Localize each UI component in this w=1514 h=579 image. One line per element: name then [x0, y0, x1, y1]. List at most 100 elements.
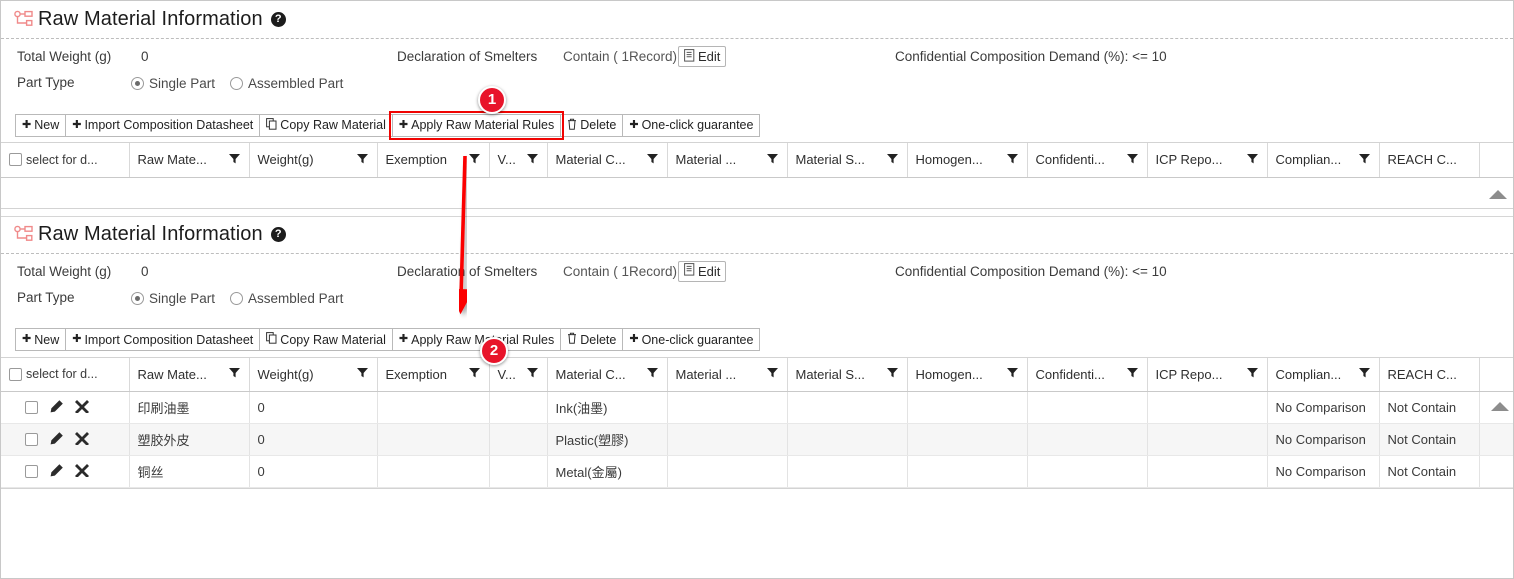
new-button-1[interactable]: ✚ New — [15, 113, 67, 137]
filter-icon[interactable] — [1246, 152, 1259, 168]
filter-icon[interactable] — [766, 152, 779, 168]
delete-x-icon[interactable] — [75, 399, 89, 416]
one-click-guarantee-button-2[interactable]: ✚ One-click guarantee — [622, 328, 761, 351]
filter-icon[interactable] — [1126, 152, 1139, 168]
column-label: Material ... — [675, 366, 737, 382]
radio-single-part-2[interactable] — [131, 291, 144, 305]
cell-material-c: Metal(金屬) — [547, 455, 668, 488]
scroll-up-arrow-1[interactable] — [1489, 189, 1507, 199]
filter-icon[interactable] — [766, 366, 779, 382]
column-weight-1: Weight(g) — [249, 143, 378, 178]
row-checkbox[interactable] — [25, 433, 38, 446]
filter-icon[interactable] — [1006, 366, 1019, 382]
new-button-2[interactable]: ✚ New — [15, 328, 67, 351]
column-confidential-1: Confidenti... — [1027, 143, 1148, 178]
edit-smelters-button[interactable]: Edit — [678, 46, 727, 67]
cell-material-2 — [667, 455, 788, 488]
cell-material-c: Ink(油墨) — [547, 391, 668, 424]
cell-v — [489, 423, 548, 456]
filter-icon[interactable] — [526, 152, 539, 168]
column-label: Confidenti... — [1035, 152, 1105, 168]
total-weight-label: Total Weight (g) — [17, 49, 112, 64]
filter-icon[interactable] — [356, 152, 369, 168]
filter-icon[interactable] — [356, 366, 369, 382]
scroll-up-arrow-2[interactable] — [1491, 402, 1509, 411]
column-compliance-1: Complian... — [1267, 143, 1380, 178]
one-click-guarantee-button-1[interactable]: ✚ One-click guarantee — [622, 113, 761, 137]
radio-assembled-part-2[interactable] — [230, 291, 244, 305]
table-row[interactable]: 印刷油墨 0 Ink(油墨) No Comparison Not Contain — [1, 391, 1513, 424]
table-row[interactable]: 铜丝 0 Metal(金屬) No Comparison Not Contain — [1, 455, 1513, 488]
edit-pencil-icon[interactable] — [49, 431, 64, 449]
cell-scroll-spacer — [1479, 423, 1513, 456]
filter-icon[interactable] — [468, 366, 481, 382]
select-all-checkbox-1[interactable] — [9, 153, 22, 167]
copy-raw-material-button-1[interactable]: Copy Raw Material — [259, 113, 393, 137]
column-label: select for d... — [26, 152, 98, 167]
delete-x-icon[interactable] — [75, 431, 89, 448]
import-composition-datasheet-button-1[interactable]: ✚ Import Composition Datasheet — [65, 113, 261, 137]
row-checkbox[interactable] — [25, 465, 38, 478]
cell-confidential — [1027, 455, 1148, 488]
copy-raw-material-button-2[interactable]: Copy Raw Material — [259, 328, 393, 351]
column-label: Material S... — [795, 152, 865, 168]
radio-single-part-1[interactable] — [131, 77, 144, 90]
filter-icon[interactable] — [228, 366, 241, 382]
edit-pencil-icon[interactable] — [49, 399, 64, 417]
radio-assembled-part-1[interactable] — [230, 77, 244, 90]
column-label: V... — [497, 366, 516, 382]
delete-button-2[interactable]: Delete — [560, 328, 624, 351]
raw-material-table-1: select for d... Raw Mate... Weight(g) Ex… — [1, 142, 1513, 209]
row-checkbox[interactable] — [25, 401, 38, 414]
raw-material-table-2: select for d... Raw Mate... Weight(g) Ex… — [1, 356, 1513, 489]
table-row[interactable]: 塑胶外皮 0 Plastic(塑膠) No Comparison Not Con… — [1, 423, 1513, 456]
filter-icon[interactable] — [1358, 366, 1371, 382]
cell-scroll-spacer — [1479, 455, 1513, 488]
column-select-for-delete-1: select for d... — [1, 143, 130, 178]
help-icon[interactable]: ? — [270, 227, 286, 242]
delete-x-icon[interactable] — [75, 463, 89, 480]
column-label: ICP Repo... — [1155, 152, 1223, 168]
apply-raw-material-rules-button-2[interactable]: ✚ Apply Raw Material Rules — [391, 328, 562, 351]
plus-icon: ✚ — [398, 118, 409, 131]
column-label: REACH C... — [1387, 366, 1457, 382]
apply-raw-material-rules-button-1[interactable]: ✚ Apply Raw Material Rules — [388, 110, 565, 140]
filter-icon[interactable] — [646, 152, 659, 168]
column-label: select for d... — [26, 367, 98, 382]
plus-icon: ✚ — [629, 333, 639, 345]
column-weight-2: Weight(g) — [249, 357, 378, 392]
filter-icon[interactable] — [1006, 152, 1019, 168]
filter-icon[interactable] — [646, 366, 659, 382]
declaration-label-2: Declaration of Smelters — [397, 263, 538, 279]
filter-icon[interactable] — [228, 152, 241, 168]
filter-icon[interactable] — [1246, 366, 1259, 382]
cell-confidential — [1027, 423, 1148, 456]
info-block-2: Total Weight (g) 0 Declaration of Smelte… — [1, 254, 1513, 324]
declaration-value-2: Contain ( 1Record) — [563, 263, 678, 279]
import-composition-datasheet-button-2[interactable]: ✚ Import Composition Datasheet — [65, 328, 261, 351]
delete-button-1[interactable]: Delete — [560, 113, 624, 137]
filter-icon[interactable] — [1358, 152, 1371, 168]
filter-icon[interactable] — [468, 152, 481, 168]
confidential-demand-label-2: Confidential Composition Demand (%): <= … — [895, 263, 1167, 279]
edit-smelters-button-2[interactable]: Edit — [678, 260, 727, 282]
declaration-value: Contain ( 1Record) — [563, 49, 678, 64]
filter-icon[interactable] — [1126, 366, 1139, 382]
total-weight-value-2: 0 — [141, 263, 149, 279]
cell-icp-report — [1147, 391, 1268, 424]
column-spacer-1 — [1479, 143, 1513, 178]
help-icon[interactable]: ? — [270, 12, 286, 27]
filter-icon[interactable] — [526, 366, 539, 382]
column-compliance-2: Complian... — [1267, 357, 1380, 392]
edit-pencil-icon[interactable] — [49, 463, 64, 481]
cell-compliance: No Comparison — [1267, 423, 1380, 456]
cell-weight: 0 — [249, 391, 378, 424]
filter-icon[interactable] — [886, 152, 899, 168]
column-material-c-2: Material C... — [547, 357, 668, 392]
cell-v — [489, 391, 548, 424]
filter-icon[interactable] — [886, 366, 899, 382]
select-all-checkbox-2[interactable] — [9, 367, 22, 381]
hierarchy-tree-icon — [13, 224, 35, 246]
button-label: Delete — [580, 118, 617, 132]
button-label: Copy Raw Material — [280, 332, 386, 347]
